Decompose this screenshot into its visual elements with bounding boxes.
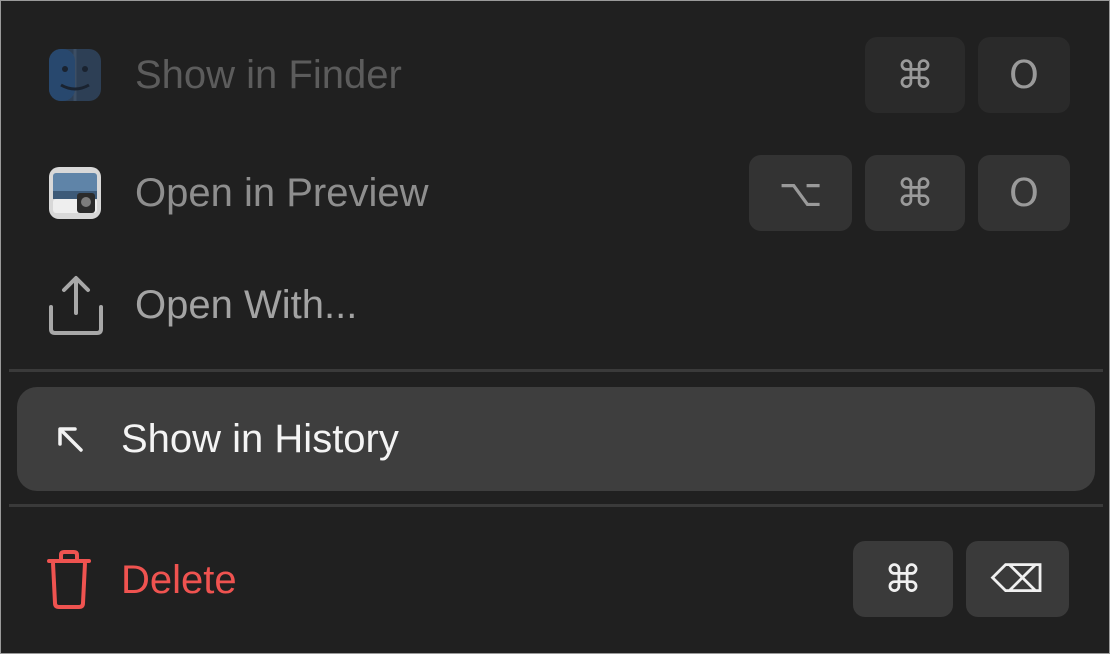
command-key: ⌘ [865, 155, 965, 231]
menu-item-label: Delete [121, 558, 237, 602]
menu-item-show-in-history[interactable]: Show in History [1, 387, 1109, 491]
menu-item-label: Open in Preview [135, 171, 429, 215]
finder-icon [47, 47, 103, 103]
menu-item-label: Open With... [135, 283, 358, 327]
context-menu: Show in Finder ⌘ O Open in Preview ⌥ ⌘ O [0, 0, 1110, 654]
menu-item-show-in-finder[interactable]: Show in Finder ⌘ O [1, 35, 1109, 115]
menu-item-label: Show in History [121, 417, 399, 461]
keyboard-shortcut: ⌘ O [865, 37, 1070, 113]
menu-divider [9, 504, 1103, 507]
keyboard-shortcut: ⌥ ⌘ O [749, 155, 1070, 231]
command-key: ⌘ [853, 541, 953, 617]
menu-item-delete[interactable]: Delete ⌘ ⌫ [1, 541, 1109, 619]
menu-divider [9, 369, 1103, 372]
keyboard-shortcut: ⌘ ⌫ [853, 541, 1069, 617]
command-key: ⌘ [865, 37, 965, 113]
share-icon [47, 273, 105, 337]
preview-icon [47, 165, 103, 221]
menu-item-open-with[interactable]: Open With... [1, 267, 1109, 343]
menu-item-open-in-preview[interactable]: Open in Preview ⌥ ⌘ O [1, 153, 1109, 233]
option-key: ⌥ [749, 155, 852, 231]
trash-icon [45, 549, 93, 611]
delete-key: ⌫ [966, 541, 1069, 617]
o-key: O [978, 155, 1070, 231]
o-key: O [978, 37, 1070, 113]
menu-item-label: Show in Finder [135, 53, 402, 97]
arrow-up-left-icon [55, 424, 85, 454]
